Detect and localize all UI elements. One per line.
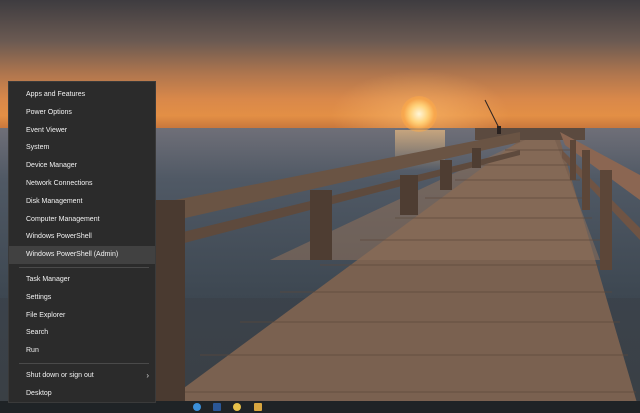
menu-item-task-manager[interactable]: Task Manager — [9, 271, 155, 289]
menu-item-computer-management[interactable]: Computer Management — [9, 211, 155, 229]
menu-item-shut-down-or-sign-out[interactable]: Shut down or sign out › — [9, 367, 155, 385]
menu-item-settings[interactable]: Settings — [9, 289, 155, 307]
menu-item-device-manager[interactable]: Device Manager — [9, 157, 155, 175]
word-icon[interactable] — [213, 403, 221, 411]
menu-item-power-options[interactable]: Power Options — [9, 104, 155, 122]
chevron-right-icon: › — [146, 370, 149, 380]
menu-item-run[interactable]: Run — [9, 342, 155, 360]
menu-item-desktop[interactable]: Desktop — [9, 385, 155, 403]
menu-item-disk-management[interactable]: Disk Management — [9, 193, 155, 211]
winx-power-user-menu: Apps and Features Power Options Event Vi… — [8, 81, 156, 403]
menu-divider — [19, 362, 149, 364]
app-icon[interactable] — [254, 403, 262, 411]
menu-item-label: Shut down or sign out — [26, 371, 94, 379]
menu-item-system[interactable]: System — [9, 139, 155, 157]
menu-item-event-viewer[interactable]: Event Viewer — [9, 122, 155, 140]
menu-item-windows-powershell-admin[interactable]: Windows PowerShell (Admin) — [9, 246, 155, 264]
menu-item-file-explorer[interactable]: File Explorer — [9, 307, 155, 325]
menu-divider — [19, 266, 149, 268]
menu-item-network-connections[interactable]: Network Connections — [9, 175, 155, 193]
menu-item-apps-and-features[interactable]: Apps and Features — [9, 86, 155, 104]
menu-item-search[interactable]: Search — [9, 324, 155, 342]
chrome-icon[interactable] — [233, 403, 241, 411]
edge-icon[interactable] — [193, 403, 201, 411]
menu-item-windows-powershell[interactable]: Windows PowerShell — [9, 228, 155, 246]
